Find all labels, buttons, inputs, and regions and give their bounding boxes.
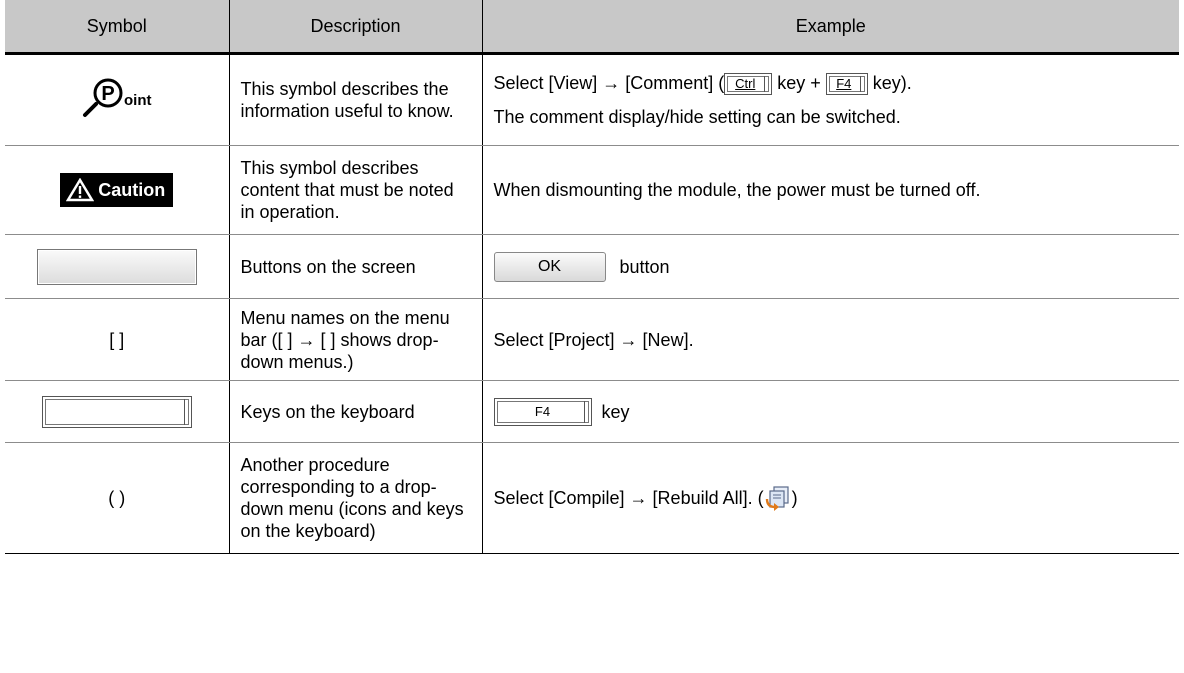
table-row: ( ) Another procedure corresponding to a… <box>5 442 1179 554</box>
example-cell: OK button <box>481 234 1179 299</box>
f4-key-icon: F4 <box>825 73 868 96</box>
caution-badge: Caution <box>60 173 174 207</box>
rebuild-all-icon <box>765 486 789 511</box>
symbol-cell: Caution <box>5 145 229 235</box>
f4-key-icon: F4 <box>493 397 592 426</box>
table-row: Buttons on the screen OK button <box>5 234 1179 299</box>
point-icon: P oint <box>82 78 152 118</box>
description-cell: Menu names on the menu bar ([ ] → [ ] sh… <box>228 298 482 381</box>
table-row: Caution This symbol describes content th… <box>5 145 1179 235</box>
svg-text:P: P <box>101 83 114 105</box>
table-row: P oint This symbol describes the informa… <box>5 53 1179 146</box>
button-symbol-icon <box>36 248 197 285</box>
symbol-cell: ( ) <box>5 442 229 554</box>
example-cell: F4 key <box>481 380 1179 443</box>
description-cell: This symbol describes content that must … <box>228 145 482 235</box>
description-cell: Keys on the keyboard <box>228 380 482 443</box>
symbol-cell: [ ] <box>5 298 229 381</box>
symbol-cell <box>5 234 229 299</box>
symbol-cell <box>5 380 229 443</box>
point-text: oint <box>124 91 152 109</box>
description-cell: Another procedure corresponding to a dro… <box>228 442 482 554</box>
example-cell: Select [Compile] → [Rebuild All]. ( ) <box>481 442 1179 554</box>
header-example: Example <box>481 0 1179 55</box>
ok-button[interactable]: OK <box>493 251 606 282</box>
symbol-table: Symbol Description Example P oint This s… <box>5 0 1179 554</box>
example-cell: Select [Project] → [New]. <box>481 298 1179 381</box>
symbol-cell: P oint <box>5 53 229 146</box>
example-line: Select [View] → [Comment] (Ctrl key + F4… <box>494 72 1169 96</box>
example-cell: When dismounting the module, the power m… <box>481 145 1179 235</box>
description-cell: This symbol describes the information us… <box>228 53 482 146</box>
table-header: Symbol Description Example <box>5 0 1179 55</box>
warning-triangle-icon <box>66 178 95 202</box>
header-symbol: Symbol <box>5 0 229 55</box>
table-row: Keys on the keyboard F4 key <box>5 380 1179 443</box>
ctrl-key-icon: Ctrl <box>724 73 773 96</box>
example-cell: Select [View] → [Comment] (Ctrl key + F4… <box>481 53 1179 146</box>
example-line-2: The comment display/hide setting can be … <box>493 107 901 128</box>
header-description: Description <box>228 0 482 55</box>
table-row: [ ] Menu names on the menu bar ([ ] → [ … <box>5 298 1179 381</box>
description-cell: Buttons on the screen <box>228 234 482 299</box>
key-symbol-icon <box>41 395 192 428</box>
